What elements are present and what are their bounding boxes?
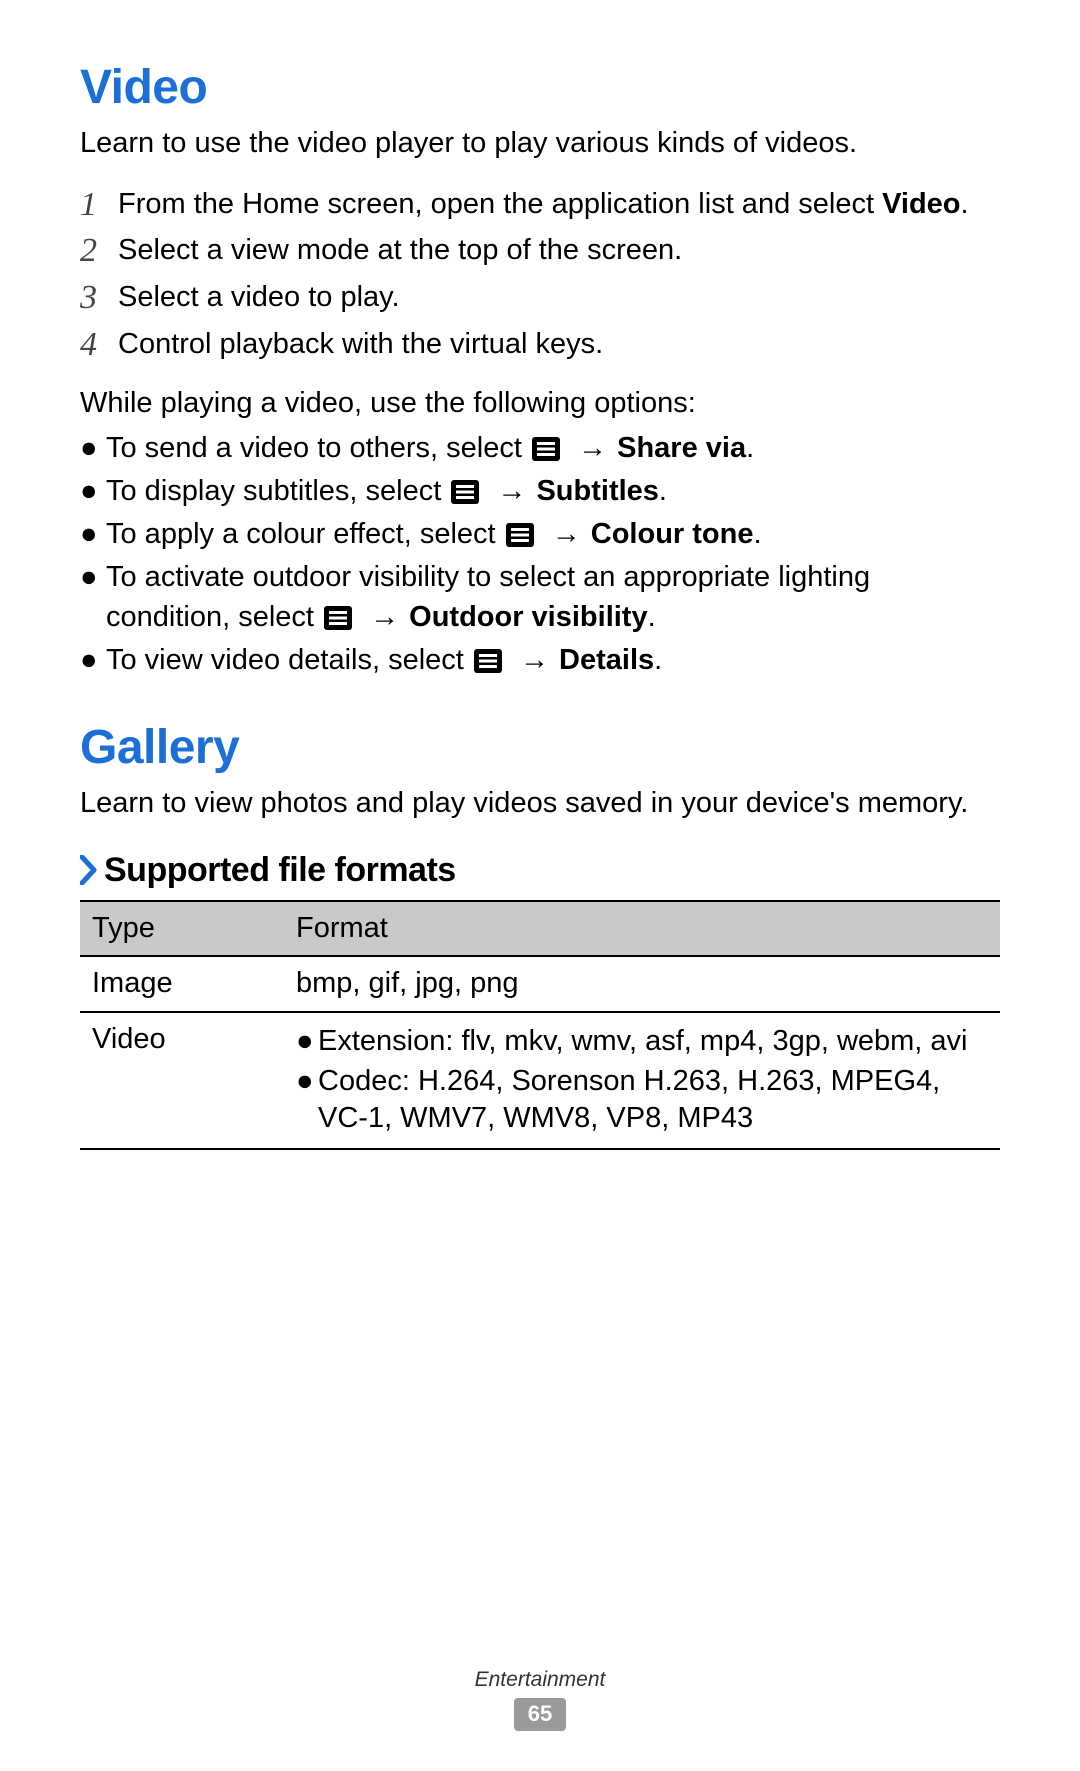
table-row: Image bmp, gif, jpg, png <box>80 956 1000 1012</box>
bullet-text: To send a video to others, select → Shar… <box>106 429 1000 468</box>
bullet-pre: To apply a colour effect, select <box>106 518 504 550</box>
video-intro: Learn to use the video player to play va… <box>80 125 1000 163</box>
cell-type: Video <box>80 1012 284 1149</box>
bullet-dot: ● <box>296 1063 318 1101</box>
bullet-dot: ● <box>80 641 106 680</box>
bullet-bold: Subtitles <box>536 475 658 507</box>
bullet-text: To activate outdoor visibility to select… <box>106 558 1000 636</box>
arrow: → <box>491 475 528 507</box>
bullet-dot: ● <box>80 429 106 468</box>
section-heading-video: Video <box>80 60 1000 115</box>
page-number-badge: 65 <box>514 1698 566 1731</box>
arrow: → <box>364 601 401 633</box>
menu-icon <box>451 480 479 504</box>
bullet-bold: Share via <box>617 432 746 464</box>
step-text: Control playback with the virtual keys. <box>118 325 1000 364</box>
subsection-header: Supported file formats <box>80 851 1000 890</box>
video-options-lead: While playing a video, use the following… <box>80 384 1000 423</box>
step-number: 4 <box>80 325 118 366</box>
cell-bullet: ● Extension: flv, mkv, wmv, asf, mp4, 3g… <box>296 1023 988 1061</box>
bullet-tail: . <box>654 644 662 676</box>
chevron-icon <box>80 855 98 885</box>
step-number: 3 <box>80 278 118 319</box>
bullet-dot: ● <box>80 558 106 597</box>
page-footer: Entertainment 65 <box>0 1668 1080 1731</box>
step-item: 1 From the Home screen, open the applica… <box>80 185 1000 226</box>
bullet-bold: Colour tone <box>591 518 754 550</box>
bullet-item: ● To view video details, select → Detail… <box>80 641 1000 680</box>
step-text-pre: From the Home screen, open the applicati… <box>118 188 882 220</box>
bullet-item: ● To activate outdoor visibility to sele… <box>80 558 1000 636</box>
menu-icon <box>532 437 560 461</box>
step-text-bold: Video <box>882 188 960 220</box>
step-item: 2 Select a view mode at the top of the s… <box>80 231 1000 272</box>
step-text: From the Home screen, open the applicati… <box>118 185 1000 224</box>
step-item: 4 Control playback with the virtual keys… <box>80 325 1000 366</box>
arrow: → <box>546 518 583 550</box>
bullet-text: To apply a colour effect, select → Colou… <box>106 515 1000 554</box>
bullet-item: ● To display subtitles, select → Subtitl… <box>80 472 1000 511</box>
bullet-pre: To view video details, select <box>106 644 472 676</box>
bullet-dot: ● <box>80 472 106 511</box>
bullet-dot: ● <box>296 1023 318 1061</box>
bullet-tail: . <box>659 475 667 507</box>
step-text-post: . <box>961 188 969 220</box>
cell-format: bmp, gif, jpg, png <box>284 956 1000 1012</box>
bullet-bold: Outdoor visibility <box>409 601 647 633</box>
table-header-row: Type Format <box>80 901 1000 957</box>
bullet-tail: . <box>746 432 754 464</box>
subsection-title: Supported file formats <box>104 851 456 890</box>
bullet-item: ● To send a video to others, select → Sh… <box>80 429 1000 468</box>
gallery-intro: Learn to view photos and play videos sav… <box>80 785 1000 823</box>
bullet-text: To view video details, select → Details. <box>106 641 1000 680</box>
step-text: Select a view mode at the top of the scr… <box>118 231 1000 270</box>
bullet-tail: . <box>648 601 656 633</box>
section-heading-gallery: Gallery <box>80 720 1000 775</box>
cell-bullet: ● Codec: H.264, Sorenson H.263, H.263, M… <box>296 1063 988 1138</box>
step-number: 2 <box>80 231 118 272</box>
menu-icon <box>324 606 352 630</box>
table-row: Video ● Extension: flv, mkv, wmv, asf, m… <box>80 1012 1000 1149</box>
bullet-bold: Details <box>559 644 654 676</box>
bullet-pre: To display subtitles, select <box>106 475 449 507</box>
step-number: 1 <box>80 185 118 226</box>
arrow: → <box>514 644 551 676</box>
menu-icon <box>474 649 502 673</box>
video-options-list: ● To send a video to others, select → Sh… <box>80 429 1000 680</box>
bullet-text: To display subtitles, select → Subtitles… <box>106 472 1000 511</box>
arrow: → <box>572 432 609 464</box>
bullet-pre: To send a video to others, select <box>106 432 530 464</box>
bullet-text: Codec: H.264, Sorenson H.263, H.263, MPE… <box>318 1063 988 1138</box>
video-steps: 1 From the Home screen, open the applica… <box>80 185 1000 366</box>
footer-category: Entertainment <box>0 1668 1080 1692</box>
bullet-item: ● To apply a colour effect, select → Col… <box>80 515 1000 554</box>
bullet-text: Extension: flv, mkv, wmv, asf, mp4, 3gp,… <box>318 1023 988 1061</box>
cell-format: ● Extension: flv, mkv, wmv, asf, mp4, 3g… <box>284 1012 1000 1149</box>
cell-type: Image <box>80 956 284 1012</box>
formats-table: Type Format Image bmp, gif, jpg, png Vid… <box>80 900 1000 1150</box>
step-text: Select a video to play. <box>118 278 1000 317</box>
table-header-type: Type <box>80 901 284 957</box>
step-item: 3 Select a video to play. <box>80 278 1000 319</box>
bullet-tail: . <box>753 518 761 550</box>
menu-icon <box>506 523 534 547</box>
table-header-format: Format <box>284 901 1000 957</box>
bullet-dot: ● <box>80 515 106 554</box>
